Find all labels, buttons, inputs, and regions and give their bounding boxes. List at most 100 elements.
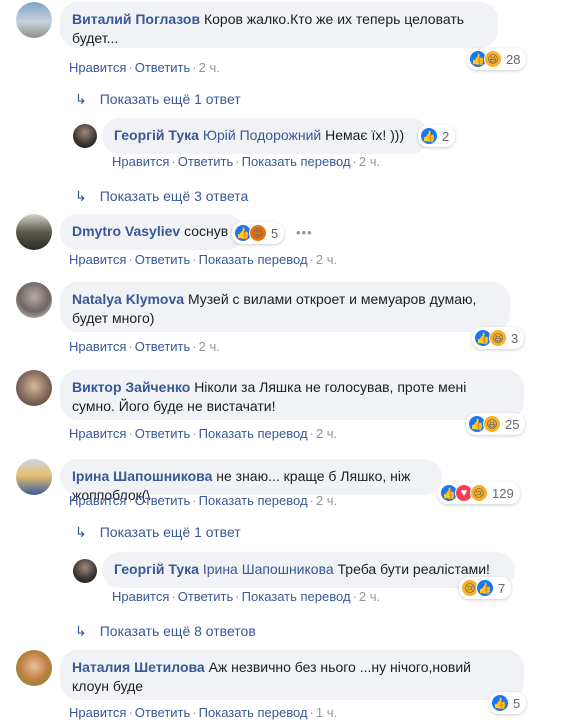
reply-link[interactable]: Ответить — [135, 60, 191, 75]
reply-link[interactable]: Ответить — [135, 705, 191, 720]
reactions[interactable]: 👍 2 — [418, 125, 456, 147]
comment-author[interactable]: Наталия Шетилова — [72, 659, 205, 675]
separator: · — [235, 589, 240, 604]
avatar[interactable] — [16, 370, 52, 406]
comment-text-cont: клоун буде — [72, 678, 144, 694]
comment-text: Музей с вилами откроет и мемуаров думаю, — [187, 291, 477, 307]
translate-link[interactable]: Показать перевод — [199, 705, 308, 720]
reply-link[interactable]: Ответить — [178, 154, 234, 169]
reactions[interactable]: 👍 😆 25 — [466, 413, 526, 435]
timestamp[interactable]: 2 ч. — [199, 339, 220, 354]
separator: · — [235, 154, 240, 169]
avatar[interactable] — [16, 650, 52, 686]
avatar[interactable] — [16, 2, 52, 38]
timestamp[interactable]: 2 ч. — [199, 60, 220, 75]
like-link[interactable]: Нравится — [112, 154, 169, 169]
separator: · — [309, 426, 314, 441]
reply-arrow-icon: ↳ — [75, 524, 87, 540]
show-more-replies[interactable]: ↳ Показать ещё 1 ответ — [75, 91, 241, 108]
separator: · — [192, 60, 197, 75]
avatar[interactable] — [16, 214, 52, 250]
avatar[interactable] — [16, 459, 52, 495]
comment-author[interactable]: Ірина Шапошникова — [72, 468, 212, 484]
reaction-count: 5 — [513, 695, 521, 711]
comment-author[interactable]: Виталий Поглазов — [72, 11, 200, 27]
like-link[interactable]: Нравится — [69, 426, 126, 441]
reply-link[interactable]: Ответить — [135, 426, 191, 441]
translate-link[interactable]: Показать перевод — [199, 252, 308, 267]
translate-link[interactable]: Показать перевод — [199, 493, 308, 508]
comment-actions: Нравится · Ответить · 2 ч. — [69, 339, 220, 354]
separator: · — [128, 705, 133, 720]
reactions[interactable]: 😢 👍 7 — [459, 577, 512, 599]
reactions[interactable]: 👍 😆 3 — [472, 327, 525, 349]
reaction-count: 28 — [506, 51, 521, 67]
reply-link[interactable]: Ответить — [135, 493, 191, 508]
more-options-icon[interactable]: ••• — [296, 225, 313, 240]
reactions[interactable]: 👍 😡 5 — [232, 222, 285, 244]
reply-link[interactable]: Ответить — [178, 589, 234, 604]
reactions[interactable]: 👍 ♥ 😢 129 — [438, 482, 520, 504]
comment-actions: Нравится · Ответить · 2 ч. — [69, 60, 220, 75]
separator: · — [192, 705, 197, 720]
avatar[interactable] — [73, 124, 97, 148]
comment-bubble: Dmytro Vasyliev соснув — [60, 214, 244, 250]
translate-link[interactable]: Показать перевод — [199, 426, 308, 441]
reaction-count: 2 — [442, 128, 450, 144]
reply-arrow-icon: ↳ — [75, 91, 87, 107]
separator: · — [309, 252, 314, 267]
translate-link[interactable]: Показать перевод — [242, 154, 351, 169]
comment-text: Коров жалко.Кто же их теперь целовать — [203, 11, 465, 27]
comment-text: Ніколи за Ляшка не голосував, проте мені — [194, 379, 467, 395]
comment-actions: Нравится · Ответить · Показать перевод · 2 ч. — [112, 589, 380, 604]
comment-bubble: Natalya Klymova Музей с вилами откроет и… — [60, 282, 510, 332]
haha-reaction-icon: 😆 — [483, 415, 501, 433]
translate-link[interactable]: Показать перевод — [242, 589, 351, 604]
comment-author[interactable]: Dmytro Vasyliev — [72, 223, 180, 239]
mention-link[interactable]: Ірина Шапошникова — [203, 561, 334, 577]
show-more-replies[interactable]: ↳ Показать ещё 1 ответ — [75, 524, 241, 541]
like-link[interactable]: Нравится — [69, 705, 126, 720]
separator: · — [192, 493, 197, 508]
like-link[interactable]: Нравится — [69, 493, 126, 508]
reply-link[interactable]: Ответить — [135, 339, 191, 354]
reactions[interactable]: 👍 5 — [489, 692, 527, 714]
reactions[interactable]: 👍 😆 28 — [467, 48, 527, 70]
reaction-count: 3 — [511, 330, 519, 346]
comment-text-cont: будет много) — [72, 310, 155, 326]
reply-bubble: Георгій Тука Ірина Шапошникова Треба бут… — [102, 552, 515, 588]
show-more-label: Показать ещё 8 ответов — [99, 623, 256, 639]
avatar[interactable] — [73, 559, 97, 583]
show-more-label: Показать ещё 3 ответа — [99, 188, 249, 204]
timestamp[interactable]: 2 ч. — [316, 252, 337, 267]
timestamp[interactable]: 2 ч. — [359, 589, 380, 604]
like-link[interactable]: Нравится — [112, 589, 169, 604]
timestamp[interactable]: 1 ч. — [316, 705, 337, 720]
separator: · — [128, 60, 133, 75]
reply-bubble: Георгій Тука Юрій Подорожний Немає їх! )… — [102, 118, 429, 154]
comment-actions: Нравится · Ответить · Показать перевод · 2 ч. — [112, 154, 380, 169]
avatar[interactable] — [16, 282, 52, 318]
comment-author[interactable]: Виктор Зайченко — [72, 379, 190, 395]
comment-text-cont: будет... — [72, 30, 119, 46]
like-link[interactable]: Нравится — [69, 60, 126, 75]
show-more-replies[interactable]: ↳ Показать ещё 8 ответов — [75, 623, 256, 640]
like-link[interactable]: Нравится — [69, 252, 126, 267]
angry-reaction-icon: 😡 — [249, 224, 267, 242]
separator: · — [171, 154, 176, 169]
like-reaction-icon: 👍 — [476, 579, 494, 597]
timestamp[interactable]: 2 ч. — [316, 493, 337, 508]
separator: · — [128, 493, 133, 508]
comment-author[interactable]: Георгій Тука — [114, 127, 199, 143]
like-link[interactable]: Нравится — [69, 339, 126, 354]
timestamp[interactable]: 2 ч. — [359, 154, 380, 169]
comment-author[interactable]: Георгій Тука — [114, 561, 199, 577]
timestamp[interactable]: 2 ч. — [316, 426, 337, 441]
show-more-label: Показать ещё 1 ответ — [99, 524, 241, 540]
reply-arrow-icon: ↳ — [75, 623, 87, 639]
mention-link[interactable]: Юрій Подорожний — [203, 127, 321, 143]
show-more-replies[interactable]: ↳ Показать ещё 3 ответа — [75, 188, 248, 205]
comment-author[interactable]: Natalya Klymova — [72, 291, 184, 307]
comment-bubble: Виталий Поглазов Коров жалко.Кто же их т… — [60, 2, 498, 48]
reply-link[interactable]: Ответить — [135, 252, 191, 267]
